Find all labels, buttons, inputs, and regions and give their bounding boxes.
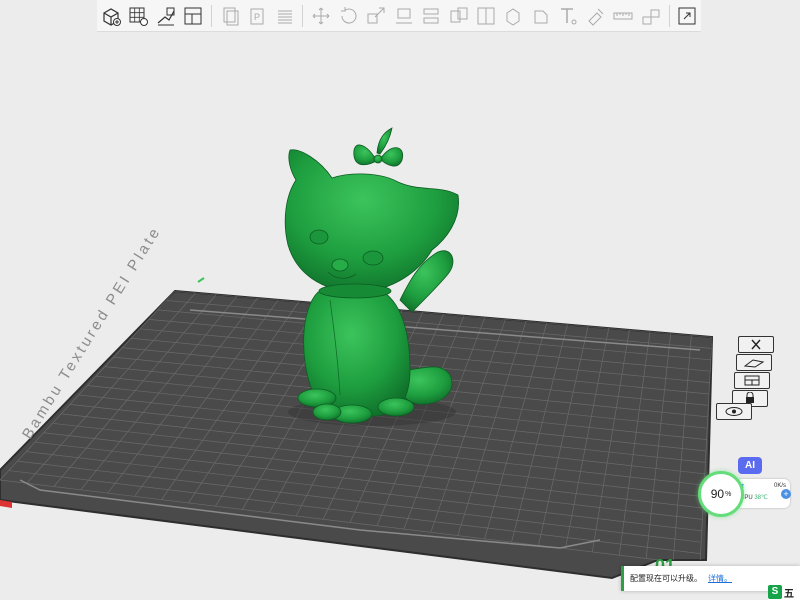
ime-logo-icon: S [768,585,782,599]
text-icon [561,7,577,24]
ime-mode: 五 [784,588,794,600]
paste-icon: P [250,8,264,24]
cpu-readout: CPU 38℃ [740,494,768,501]
rotate-button[interactable] [336,3,361,29]
memory-gauge[interactable]: 90% [698,471,744,517]
copy-button[interactable] [217,3,242,29]
explode-icon [678,7,696,24]
measure-icon [613,12,633,19]
toolbar-separator [210,4,212,27]
explode-button[interactable] [675,3,700,29]
move-button[interactable] [308,3,333,29]
cpu-temp: 38℃ [754,495,768,501]
lay-flat-icon [395,8,412,23]
measure-button[interactable] [611,3,636,29]
kitten-model[interactable] [284,127,459,424]
boost-plus-icon[interactable]: + [781,489,791,499]
plate-settings-icon [725,407,743,416]
support-paint-icon [506,7,520,26]
list-icon [277,10,292,23]
assembly-button[interactable] [638,3,663,29]
text-button[interactable] [556,3,581,29]
arrange-plate-icon [744,375,760,386]
seam-paint-button[interactable] [528,3,553,29]
plate-layout-icon [184,7,202,24]
top-toolbar: P [97,0,701,32]
ai-badge[interactable]: AI [738,457,762,474]
plate-layout-button[interactable] [180,3,205,29]
notice-text: 配置现在可以升级。 [630,574,702,583]
delete-plate-icon [751,339,761,350]
toolbar-separator [302,4,304,27]
svg-text:P: P [254,12,260,22]
plate-settings-button[interactable] [716,403,752,420]
3d-viewport[interactable]: Bambu Textured PEI Plate 01 [0,0,800,600]
orient-plate-icon [743,359,765,368]
auto-orient-icon [157,7,175,25]
cut-icon [423,8,439,23]
list-button[interactable] [272,3,297,29]
color-paint-button[interactable] [583,3,608,29]
split-parts-icon [477,7,495,24]
copy-icon [223,7,239,25]
network-speed: ⬆ 0K/s [740,483,786,490]
grid-arrange-button[interactable] [125,3,150,29]
move-icon [312,7,330,24]
assembly-icon [642,9,660,24]
auto-orient-button[interactable] [153,3,178,29]
orient-plate-button[interactable] [736,354,772,371]
cut-button[interactable] [418,3,443,29]
rotate-icon [340,6,357,24]
toolbar-separator [668,4,670,27]
paste-button[interactable]: P [244,3,269,29]
seam-paint-icon [534,10,548,23]
gauge-value: 90 [710,487,725,501]
split-parts-button[interactable] [473,3,498,29]
support-paint-button[interactable] [501,3,526,29]
system-monitor[interactable]: ⬆ 0K/s CPU 38℃ + [736,479,791,508]
gauge-unit: % [725,490,732,498]
add-cube-icon [103,7,121,26]
grid-arrange-icon [129,7,149,26]
scale-icon [367,7,385,23]
ime-indicator[interactable]: S 五 [768,584,800,600]
color-paint-icon [588,8,604,26]
scale-button[interactable] [363,3,388,29]
add-cube-button[interactable] [98,3,123,29]
split-objects-icon [450,7,468,22]
delete-plate-button[interactable] [738,336,774,353]
split-objects-button[interactable] [446,3,471,29]
arrange-plate-button[interactable] [734,372,770,389]
lay-flat-button[interactable] [391,3,416,29]
notice-details-link[interactable]: 详情。 [708,573,732,584]
